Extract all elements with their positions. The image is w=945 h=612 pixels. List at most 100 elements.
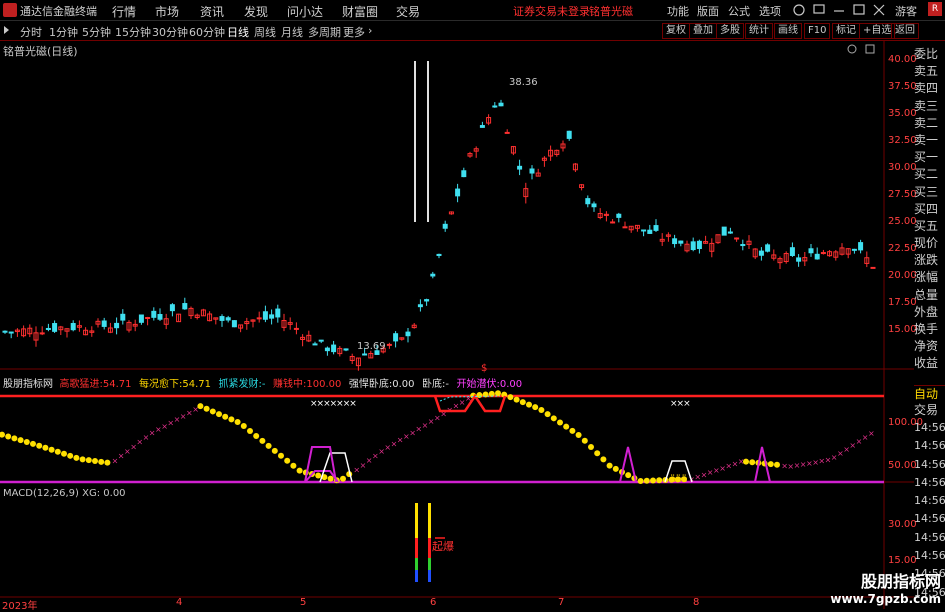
indicator-point — [278, 452, 284, 459]
high-price-label: 38.36 — [509, 77, 538, 88]
candle — [746, 235, 752, 250]
indicator-series: ×××××× × × × × × × × ×××××× × × × × × × × × × × × × × ×× × × × × × ×… — [0, 390, 884, 484]
period-multi[interactable]: 多周期 — [308, 24, 341, 40]
tool-zixuan[interactable]: +自选 — [859, 23, 896, 39]
watermark-title: 股朋指标网 — [860, 572, 941, 591]
candle — [684, 240, 690, 253]
tool-fuquan[interactable]: 复权 — [662, 23, 690, 39]
field-value: 100.00 — [306, 379, 342, 390]
period-60min[interactable]: 60分钟 — [189, 24, 225, 40]
quote-column: 委比 卖五 卖四 卖三 卖二 卖一 买一 买二 买三 买四 买五 现价 涨跌 涨幅 总量 外盘 换手 净资 收益 — [914, 45, 945, 372]
candle — [541, 156, 547, 167]
chevron-right-icon[interactable]: › — [368, 24, 372, 37]
tab-auto[interactable]: 自动 — [914, 386, 945, 402]
watermark-url: www.7gpzb.com — [830, 592, 941, 606]
menu-shichang[interactable]: 市场 — [155, 3, 179, 20]
candle — [250, 319, 256, 328]
time-label: 8 — [693, 597, 700, 608]
menu-gongshi[interactable]: 公式 — [728, 3, 750, 19]
indicator-point — [290, 462, 297, 469]
period-week[interactable]: 周线 — [254, 24, 276, 40]
indicator-point — [612, 465, 619, 472]
tick-time: 14:56 — [914, 530, 945, 544]
candle — [610, 219, 616, 224]
tool-f10[interactable]: F10 — [804, 23, 831, 39]
menu-bar: 通达信金融终端 行情 市场 资讯 发现 问小达 财富圈 交易 证券交易未登录 铭… — [0, 0, 945, 21]
menu-hangqing[interactable]: 行情 — [112, 3, 136, 20]
tick-time: 14:56 — [914, 549, 945, 563]
period-fenshi[interactable]: 分时 — [20, 24, 42, 40]
menu-caifuquan[interactable]: 财富圈 — [342, 3, 378, 20]
tool-duogu[interactable]: 多股 — [716, 23, 744, 39]
indicator-point — [271, 447, 278, 454]
quote-label: 收益 — [914, 356, 939, 371]
indicator-point — [5, 433, 12, 440]
candle — [318, 339, 324, 344]
watermark: 股朋指标网 www.7gpzb.com — [830, 568, 941, 606]
quote-label: 外盘 — [914, 304, 939, 319]
indicator-point — [17, 437, 24, 444]
tool-fanhui[interactable]: 返回 — [891, 23, 919, 39]
period-month[interactable]: 月线 — [281, 24, 303, 40]
candle — [312, 341, 318, 346]
tool-huaxian[interactable]: 画线 — [774, 23, 802, 39]
r-badge[interactable]: R — [928, 2, 942, 16]
indicator-name[interactable]: 股朋指标网 — [3, 379, 53, 390]
period-30min[interactable]: 30分钟 — [152, 24, 188, 40]
menu-faxian[interactable]: 发现 — [244, 3, 268, 20]
candle — [45, 323, 51, 332]
tick-time: 14:56 — [914, 421, 945, 434]
quote-label: 卖二 — [914, 115, 939, 130]
guest-user[interactable]: 游客 — [895, 3, 917, 19]
play-icon[interactable] — [4, 26, 9, 34]
indicator-point — [774, 461, 780, 468]
time-label: 2023年 — [2, 601, 38, 612]
tool-diejia[interactable]: 叠加 — [689, 23, 717, 39]
period-1min[interactable]: 1分钟 — [49, 24, 78, 40]
indicator-point — [495, 390, 501, 397]
period-15min[interactable]: 15分钟 — [115, 24, 151, 40]
candle — [306, 330, 312, 343]
field-value: 0.00 — [499, 379, 523, 390]
right-tabs: 自动 交易 — [914, 385, 945, 418]
menu-zixun[interactable]: 资讯 — [200, 3, 224, 20]
menu-xuanxiang[interactable]: 选项 — [759, 3, 781, 19]
indicator-point — [581, 437, 588, 444]
quote-label: 净资 — [914, 339, 939, 354]
period-day[interactable]: 日线 — [227, 24, 249, 40]
candle — [498, 99, 504, 107]
quote-label: 涨跌 — [914, 253, 939, 268]
macd-header: MACD(12,26,9) XG: 0.00 — [3, 488, 126, 499]
indicator-point — [340, 475, 346, 482]
candle — [727, 227, 733, 234]
login-warning[interactable]: 证券交易未登录 — [513, 3, 590, 19]
candle — [33, 326, 39, 347]
menu-jiaoyi[interactable]: 交易 — [396, 3, 420, 20]
menu-gongneng[interactable]: 功能 — [667, 3, 689, 19]
dollar-mark: $ — [481, 363, 488, 374]
candle — [486, 114, 492, 126]
menu-banmian[interactable]: 版面 — [697, 3, 719, 19]
period-more[interactable]: 更多 — [343, 24, 365, 40]
tool-tongji[interactable]: 统计 — [745, 23, 773, 39]
candle — [176, 313, 182, 323]
indicator-point — [247, 428, 253, 434]
chart-tool-icons[interactable] — [847, 44, 875, 54]
candle — [64, 328, 70, 338]
tick-time: 14:56 — [914, 512, 945, 526]
candle — [300, 334, 306, 347]
indicator-point — [36, 442, 43, 449]
period-5min[interactable]: 5分钟 — [82, 24, 111, 40]
chart-area[interactable]: ×××××× × × × × × × × ×××××× × × × × × × × × × × × × × ×× × × × × × ×… — [0, 41, 914, 609]
stock-link[interactable]: 铭普光磁 — [589, 3, 633, 19]
candle — [343, 348, 349, 352]
tab-trade[interactable]: 交易 — [914, 402, 945, 418]
candle — [262, 305, 268, 323]
candle — [331, 340, 337, 355]
period-toolbar: 分时 1分钟 5分钟 15分钟 30分钟 60分钟 日线 周线 月线 多周期 更… — [0, 21, 945, 41]
candle — [709, 238, 715, 258]
menu-wenxiaoda[interactable]: 问小达 — [287, 3, 323, 20]
candle — [442, 220, 448, 232]
tool-biaoji[interactable]: 标记 — [832, 23, 860, 39]
candle — [132, 319, 138, 332]
